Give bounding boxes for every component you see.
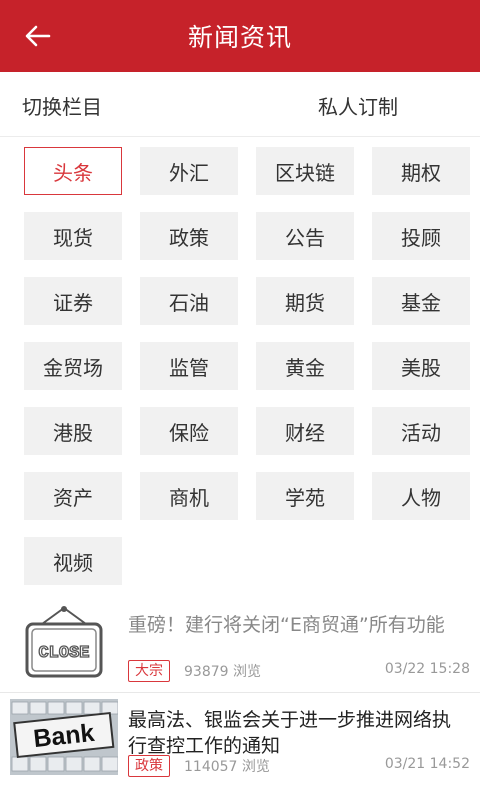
- news-list: CLOSE 重磅！建行将关闭“E商贸通”所有功能 大宗 93879 浏览 03/…: [0, 598, 480, 787]
- category-chip[interactable]: 港股: [24, 407, 122, 455]
- category-chip[interactable]: 基金: [372, 277, 470, 325]
- category-chip[interactable]: 外汇: [140, 147, 238, 195]
- close-sign-thumbnail: CLOSE: [10, 604, 118, 680]
- category-chip[interactable]: 公告: [256, 212, 354, 260]
- category-chip[interactable]: 资产: [24, 472, 122, 520]
- category-chip[interactable]: 现货: [24, 212, 122, 260]
- switch-column-tab[interactable]: 切换栏目: [22, 72, 102, 136]
- category-chip[interactable]: 活动: [372, 407, 470, 455]
- category-chip[interactable]: 金贸场: [24, 342, 122, 390]
- news-tag: 大宗: [128, 660, 170, 682]
- category-chip[interactable]: 石油: [140, 277, 238, 325]
- category-chip[interactable]: 保险: [140, 407, 238, 455]
- category-chip[interactable]: 视频: [24, 537, 122, 585]
- news-views: 93879 浏览: [184, 664, 261, 680]
- category-chip[interactable]: 美股: [372, 342, 470, 390]
- category-chip[interactable]: 投顾: [372, 212, 470, 260]
- category-chip[interactable]: 学苑: [256, 472, 354, 520]
- category-chip[interactable]: 区块链: [256, 147, 354, 195]
- news-title[interactable]: 重磅！建行将关闭“E商贸通”所有功能: [128, 612, 468, 638]
- category-chip[interactable]: 商机: [140, 472, 238, 520]
- page-title: 新闻资讯: [187, 23, 292, 52]
- category-chip[interactable]: 期权: [372, 147, 470, 195]
- app-header: 新闻资讯: [0, 0, 480, 72]
- thumbnail-close-text: CLOSE: [38, 644, 89, 663]
- private-custom-tab[interactable]: 私人订制: [318, 72, 398, 136]
- category-chip[interactable]: 期货: [256, 277, 354, 325]
- category-chip[interactable]: 人物: [372, 472, 470, 520]
- category-chip[interactable]: 黄金: [256, 342, 354, 390]
- arrow-left-icon: [25, 25, 51, 47]
- category-chip[interactable]: 监管: [140, 342, 238, 390]
- news-title[interactable]: 最高法、银监会关于进一步推进网络执行查控工作的通知: [128, 707, 468, 759]
- back-button[interactable]: [18, 16, 58, 56]
- news-meta: 政策 114057 浏览 03/21 14:52: [128, 755, 470, 777]
- category-chip[interactable]: 头条: [24, 147, 122, 195]
- news-tag: 政策: [128, 755, 170, 777]
- news-item[interactable]: Bank 最高法、银监会关于进一步推进网络执行查控工作的通知 政策 114057…: [0, 692, 480, 787]
- news-meta: 大宗 93879 浏览 03/22 15:28: [128, 660, 470, 682]
- news-date: 03/21 14:52: [384, 756, 470, 772]
- news-item[interactable]: CLOSE 重磅！建行将关闭“E商贸通”所有功能 大宗 93879 浏览 03/…: [0, 598, 480, 692]
- bank-keyboard-thumbnail: Bank: [10, 699, 118, 775]
- category-chip[interactable]: 财经: [256, 407, 354, 455]
- news-views: 114057 浏览: [184, 759, 270, 775]
- category-grid: 头条 外汇 区块链 期权 现货 政策 公告 投顾 证券 石油 期货 基金 金贸场…: [24, 147, 470, 585]
- sub-navigation: 切换栏目 私人订制: [0, 72, 480, 137]
- category-chip[interactable]: 政策: [140, 212, 238, 260]
- news-date: 03/22 15:28: [384, 661, 470, 677]
- category-chip[interactable]: 证券: [24, 277, 122, 325]
